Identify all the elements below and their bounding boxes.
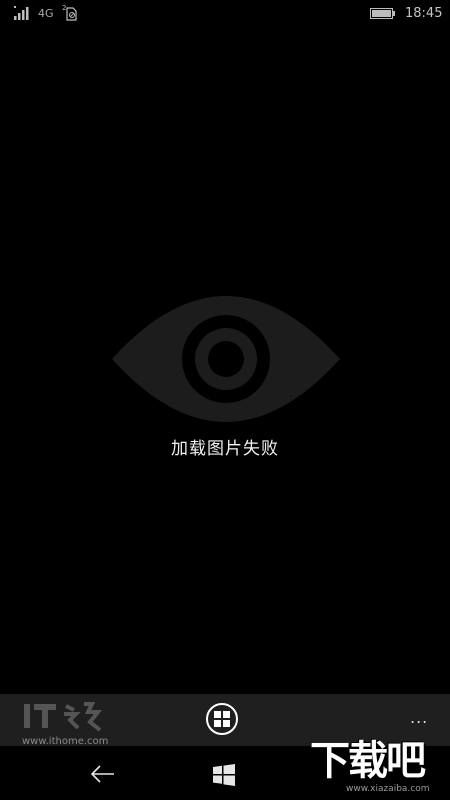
ithome-logo-watermark xyxy=(24,702,103,732)
sim-badge: 2 xyxy=(62,4,66,12)
gallery-grid-button[interactable] xyxy=(206,703,238,735)
windows-start-icon[interactable] xyxy=(213,764,235,786)
back-arrow-icon[interactable] xyxy=(90,764,116,784)
xiazaiba-logo-text: 下载吧 xyxy=(310,738,426,784)
eye-icon xyxy=(112,296,340,422)
load-failed-message: 加载图片失败 xyxy=(171,439,279,459)
more-options-button[interactable]: ... xyxy=(410,708,428,727)
status-bar: 4G 2 18:45 xyxy=(0,0,450,26)
xiazaiba-watermark: 下载吧 www.xiazaiba.com xyxy=(308,738,446,794)
gallery-grid-icon xyxy=(214,711,230,727)
status-time: 18:45 xyxy=(405,6,443,21)
network-type: 4G xyxy=(38,7,54,20)
signal-strength-icon xyxy=(14,6,29,20)
xiazaiba-url: www.xiazaiba.com xyxy=(346,784,430,794)
sim-card-icon: 2 xyxy=(62,4,77,21)
battery-icon xyxy=(370,8,395,19)
